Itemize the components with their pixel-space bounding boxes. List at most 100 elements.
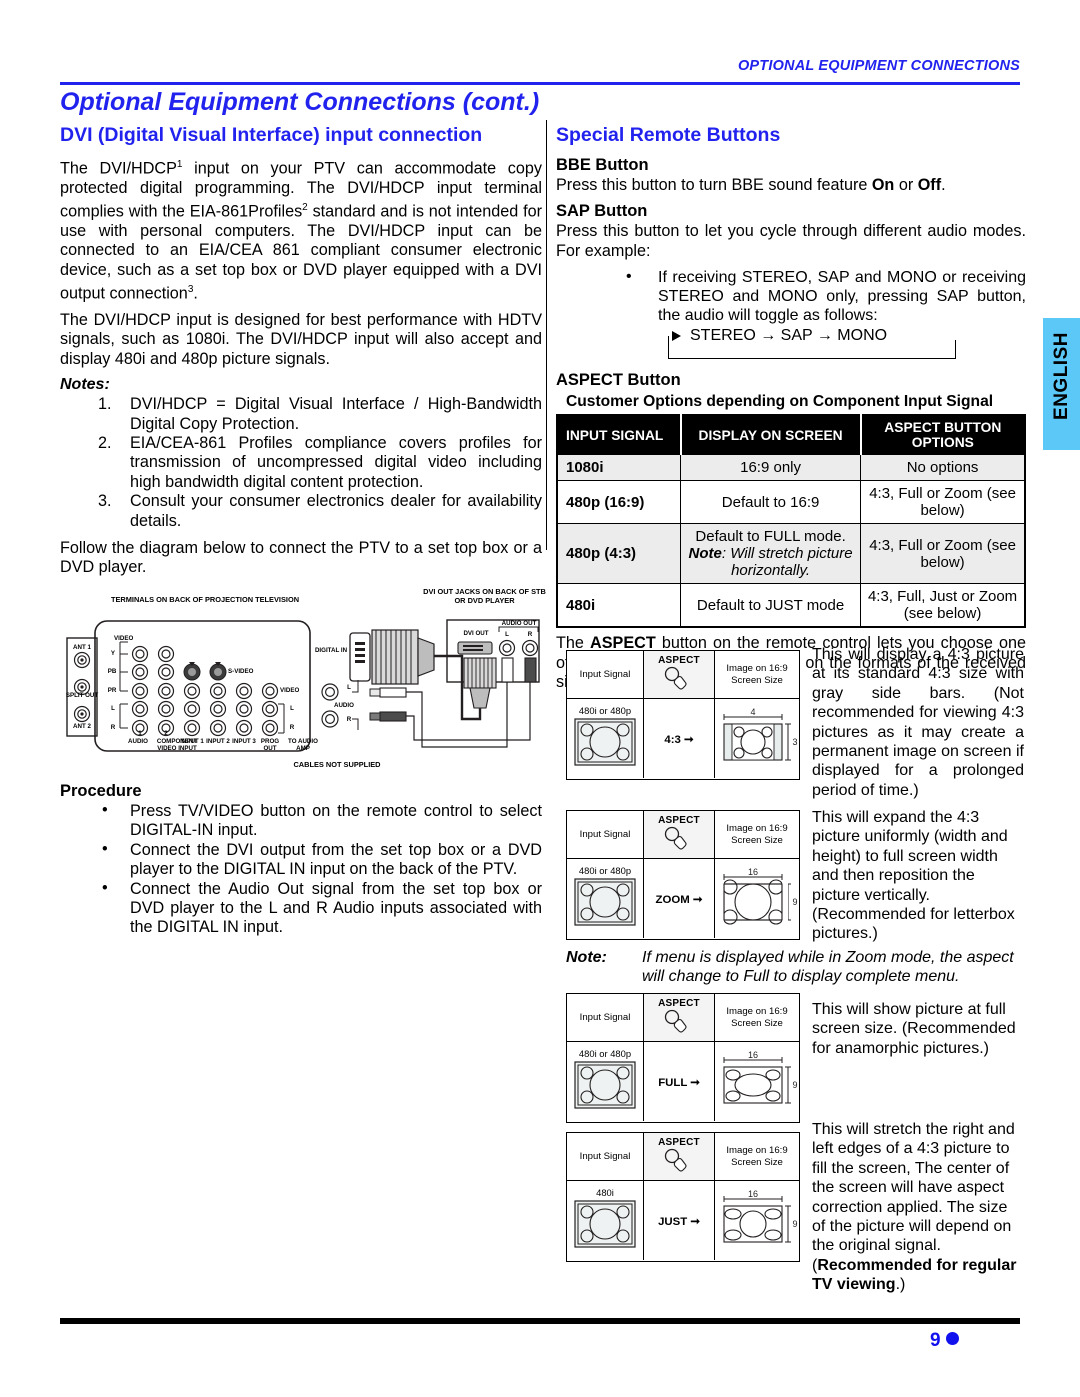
cell-signal: 1080i (556, 454, 681, 482)
sap-cycle-text: STEREO → SAP → MONO (690, 327, 888, 345)
cell-options: No options (860, 454, 1026, 482)
aspect-button-press-icon (664, 666, 687, 690)
illustration-header: Input Signal ASPECT Image on 16:9 Screen… (567, 1133, 799, 1180)
zoom-mode-note: Note: If menu is displayed while in Zoom … (566, 948, 1026, 987)
page-number-text: 9 (930, 1330, 941, 1351)
bullet-icon: • (102, 801, 108, 819)
running-head-text: OPTIONAL EQUIPMENT CONNECTIONS (737, 58, 1020, 74)
right-section-heading: Special Remote Buttons (556, 124, 781, 146)
note-item: 3. Consult your consumer electronics deal… (60, 492, 542, 531)
aspect-table-caption: Customer Options depending on Component … (566, 393, 994, 411)
col-header-input-signal-text: INPUT SIGNAL (566, 427, 664, 443)
illustration-col1-header: Input Signal (567, 1133, 644, 1180)
diagram-label-r: R (110, 724, 116, 731)
input-signal-label: Input Signal (579, 828, 631, 840)
illustration-col3-header: Image on 16:9 Screen Size (715, 651, 799, 698)
follow-diagram-paragraph: Follow the diagram below to connect the … (60, 539, 542, 577)
cell-options: 4:3, Full, Just or Zoom (see below) (860, 583, 1026, 628)
diagram-label-audio-ptv-l: L (347, 684, 351, 691)
toggle-loop-gap (898, 332, 956, 341)
page-number: 9 (930, 1330, 959, 1352)
cell-display-note-label: Note (688, 545, 722, 563)
diagram-label-video-jack: VIDEO (280, 687, 300, 694)
procedure-item: • Connect the Audio Out signal from the s… (60, 878, 542, 938)
input-caption: 480i or 480p (578, 864, 632, 876)
sap-bullet-text: If receiving STEREO, SAP and MONO or rec… (658, 269, 1026, 325)
notes-list: 1. DVI/HDCP = Digital Visual Interface / … (60, 395, 542, 531)
zoom-note-label: Note: (566, 949, 607, 966)
bbe-button-heading: BBE Button (556, 156, 649, 174)
image-on-screen-label: Image on 16:9 Screen Size (726, 663, 788, 686)
bbe-off-label: Off (917, 176, 942, 194)
illustration-input-cell: 480i or 480p (567, 859, 644, 938)
illustration-input-cell: 480i (567, 1181, 644, 1260)
aspect-button-press-icon (664, 826, 687, 850)
svg-text:3: 3 (792, 737, 797, 747)
procedure-item-text: Connect the DVI output from the set top … (130, 840, 542, 879)
diagram-label-stb-r: R (527, 631, 533, 638)
aspect-word: ASPECT (658, 997, 700, 1009)
mode-label: ZOOM ➞ (656, 892, 703, 906)
illustration-col3-header: Image on 16:9 Screen Size (715, 811, 799, 858)
table-row: 1080i 16:9 only No options (556, 454, 1026, 482)
left-column: The DVI/HDCP1 input on your PTV can acco… (60, 155, 542, 585)
input-signal-label: Input Signal (579, 668, 631, 680)
illustration-mode-cell: ZOOM ➞ (644, 859, 715, 938)
note-number: 3. (98, 492, 112, 511)
input-picture-icon (574, 1060, 636, 1109)
diagram-label-input3: INPUT 3 (232, 738, 256, 745)
col-header-input-signal: INPUT SIGNAL (557, 415, 682, 455)
diagram-label-comp-1: 1 (138, 730, 142, 737)
aspect-word: ASPECT (658, 1136, 700, 1148)
bbe-text-a: Press this button to turn BBE sound feat… (556, 176, 872, 194)
illustration-col1-header: Input Signal (567, 811, 644, 858)
diagram-label-input1: INPUT 1 (180, 738, 204, 745)
illustration-col2-header: ASPECT (644, 994, 715, 1041)
illustration-header: Input Signal ASPECT Image on 16:9 Screen… (567, 651, 799, 698)
illustration-body: 480i or 480p FULL ➞ 16 9 (567, 1041, 799, 1121)
dvi-intro-paragraph: The DVI/HDCP1 input on your PTV can acco… (60, 155, 542, 304)
input-picture-icon (574, 877, 636, 926)
bullet-icon: • (102, 878, 108, 897)
col-header-options: ASPECT BUTTON OPTIONS (860, 415, 1025, 455)
image-on-screen-label: Image on 16:9 Screen Size (726, 823, 788, 846)
bullet-icon: • (102, 839, 108, 858)
bbe-or: or (894, 176, 918, 194)
toggle-arrow-icon (672, 331, 681, 342)
input-signal-label: Input Signal (579, 1150, 631, 1162)
header-rule (60, 82, 1020, 85)
description-full: This will show picture at full screen si… (812, 1001, 1016, 1057)
procedure-item-text: Press TV/VIDEO button on the remote cont… (130, 802, 542, 840)
sap-bullet-item: • If receiving STEREO, SAP and MONO or re… (556, 268, 1026, 325)
col-header-options-text: ASPECT BUTTON OPTIONS (884, 420, 1002, 451)
svg-text:9: 9 (792, 1080, 797, 1090)
diagram-label-audio-ptv-r: R (346, 716, 352, 723)
cell-options: 4:3, Full or Zoom (see below) (860, 480, 1026, 525)
aspect-options-table: INPUT SIGNAL DISPLAY ON SCREEN ASPECT BU… (556, 414, 1026, 629)
svg-text:16: 16 (748, 1190, 758, 1199)
description-just: This will stretch the right and left edg… (812, 1120, 1024, 1295)
diagram-label-y: Y (110, 650, 116, 657)
mode-label: FULL ➞ (658, 1075, 700, 1089)
desc-just-bold: Recommended for regular TV viewing (812, 1256, 1017, 1294)
diagram-label-pr: PR (107, 687, 117, 694)
diagram-label-split-out: SPLIT OUT (65, 692, 99, 699)
illustration-col1-header: Input Signal (567, 651, 644, 698)
description-43: This will display a 4:3 picture at its s… (812, 646, 1024, 799)
bbe-button-text: Press this button to turn BBE sound feat… (556, 176, 1026, 195)
cell-display: 16:9 only (679, 454, 862, 482)
mode-label-text: 4:3 (664, 733, 681, 746)
note-text: Consult your consumer electronics dealer… (130, 492, 542, 530)
diagram-title-stb: DVI OUT JACKS ON BACK OF STB OR DVD PLAY… (423, 587, 546, 605)
illustration-input-cell: 480i or 480p (567, 1042, 644, 1121)
illustration-header: Input Signal ASPECT Image on 16:9 Screen… (567, 811, 799, 858)
diagram-cables-note: CABLES NOT SUPPLIED (293, 760, 381, 769)
diagram-label-l: L (111, 705, 115, 712)
diagram-label-dvi-out: DVI OUT (463, 630, 489, 637)
svg-text:16: 16 (748, 1051, 758, 1060)
desc-just-b: .) (895, 1276, 906, 1294)
column-divider (546, 120, 547, 550)
illustration-col2-header: ASPECT (644, 811, 715, 858)
diagram-label-prog-out: PROG OUT (260, 738, 280, 752)
diagram-label-digital-in: DIGITAL IN (314, 647, 348, 654)
